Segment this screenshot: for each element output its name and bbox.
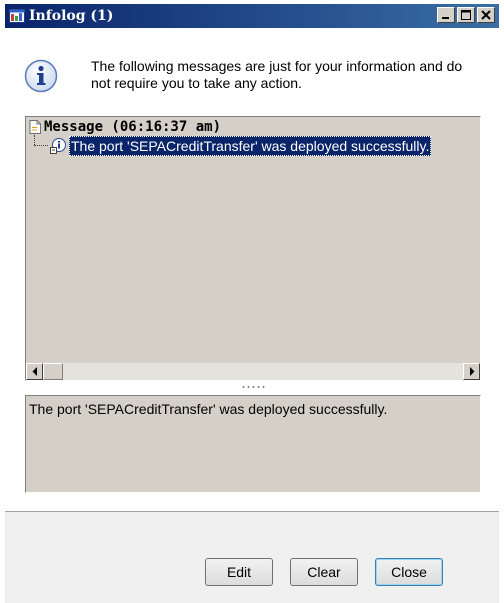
message-item-label: The port 'SEPACreditTransfer' was deploy…: [69, 135, 432, 156]
edit-button[interactable]: Edit: [205, 558, 273, 586]
minimize-button[interactable]: [437, 7, 455, 23]
maximize-button[interactable]: [457, 7, 475, 23]
scrollbar-thumb[interactable]: [43, 363, 63, 380]
infolog-window: Infolog (1) The following messages are j…: [0, 0, 504, 603]
horizontal-scrollbar[interactable]: [26, 363, 480, 380]
dialog-content: The following messages are just for your…: [5, 28, 499, 603]
splitter-grip: [241, 386, 265, 388]
arrow-left-icon: [32, 367, 37, 376]
tree-connector: [34, 135, 35, 145]
scroll-right-button[interactable]: [463, 363, 480, 380]
info-icon: [24, 59, 58, 93]
button-bar: Edit Clear Close: [5, 512, 499, 603]
window-controls: [437, 7, 495, 25]
close-button[interactable]: Close: [375, 558, 443, 586]
window-title: Infolog (1): [29, 8, 114, 24]
infolog-app-icon: [9, 9, 25, 23]
panel-splitter[interactable]: [25, 383, 481, 392]
maximize-icon: [461, 10, 471, 20]
message-detail-panel[interactable]: The port 'SEPACreditTransfer' was deploy…: [25, 395, 481, 493]
tree-header[interactable]: Message (06:16:37 am): [26, 117, 480, 136]
scroll-left-button[interactable]: [26, 363, 43, 380]
info-message-icon: [50, 137, 66, 154]
message-item[interactable]: The port 'SEPACreditTransfer' was deploy…: [50, 135, 432, 156]
message-detail-text: The port 'SEPACreditTransfer' was deploy…: [29, 401, 388, 417]
document-icon: [29, 120, 41, 134]
minimize-icon: [442, 17, 449, 19]
message-group-label: Message (06:16:37 am): [44, 119, 222, 135]
close-icon: [481, 10, 491, 20]
tree-connector: [34, 145, 48, 146]
clear-button[interactable]: Clear: [290, 558, 358, 586]
message-tree[interactable]: Message (06:16:37 am) The port 'SEPACred…: [25, 116, 481, 381]
close-window-button[interactable]: [477, 7, 495, 23]
title-bar[interactable]: Infolog (1): [5, 4, 499, 28]
arrow-right-icon: [470, 367, 475, 376]
intro-message: The following messages are just for your…: [91, 58, 463, 91]
